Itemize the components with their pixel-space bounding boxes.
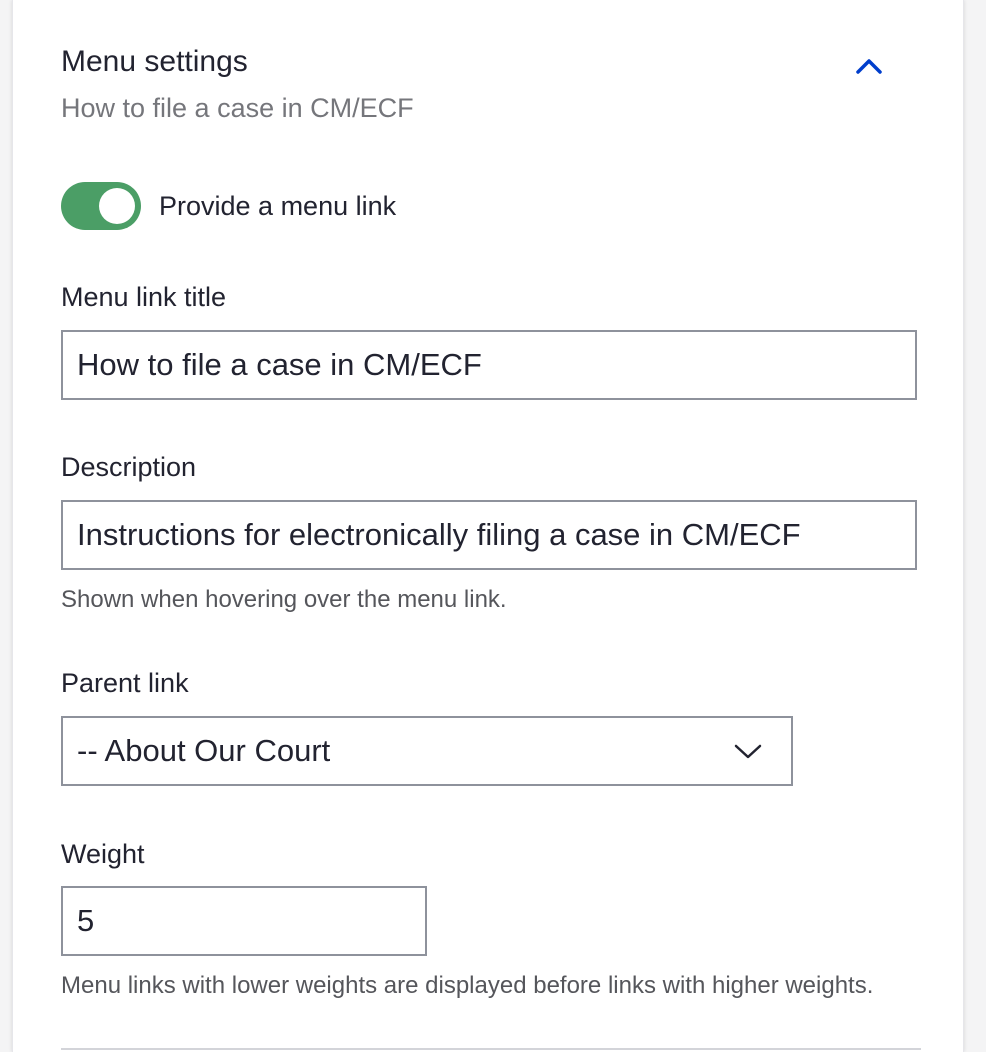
description-help-text: Shown when hovering over the menu link. <box>61 586 507 613</box>
parent-link-label: Parent link <box>61 668 189 698</box>
provide-menu-link-row: Provide a menu link <box>61 182 396 230</box>
provide-menu-link-toggle[interactable] <box>61 182 141 230</box>
menu-settings-panel: Menu settings How to file a case in CM/E… <box>12 0 964 1052</box>
parent-link-select[interactable]: -- About Our Court <box>61 716 793 786</box>
description-label: Description <box>61 452 197 482</box>
section-divider <box>61 1048 921 1050</box>
provide-menu-link-label: Provide a menu link <box>159 190 397 221</box>
parent-link-selected-value: -- About Our Court <box>77 733 331 768</box>
weight-label: Weight <box>61 839 145 869</box>
panel-header: Menu settings How to file a case in CM/E… <box>61 44 921 124</box>
toggle-knob <box>99 188 135 224</box>
chevron-down-icon <box>734 744 762 759</box>
chevron-up-icon <box>856 59 882 74</box>
description-input[interactable]: Instructions for electronically filing a… <box>61 500 917 570</box>
weight-help-text: Menu links with lower weights are displa… <box>61 972 874 999</box>
menu-link-title-label: Menu link title <box>61 282 227 312</box>
collapse-button[interactable] <box>849 48 889 84</box>
weight-input[interactable]: 5 <box>61 886 427 956</box>
menu-link-title-input[interactable]: How to file a case in CM/ECF <box>61 330 917 400</box>
section-title: Menu settings <box>61 45 248 78</box>
section-summary: How to file a case in CM/ECF <box>61 93 414 123</box>
